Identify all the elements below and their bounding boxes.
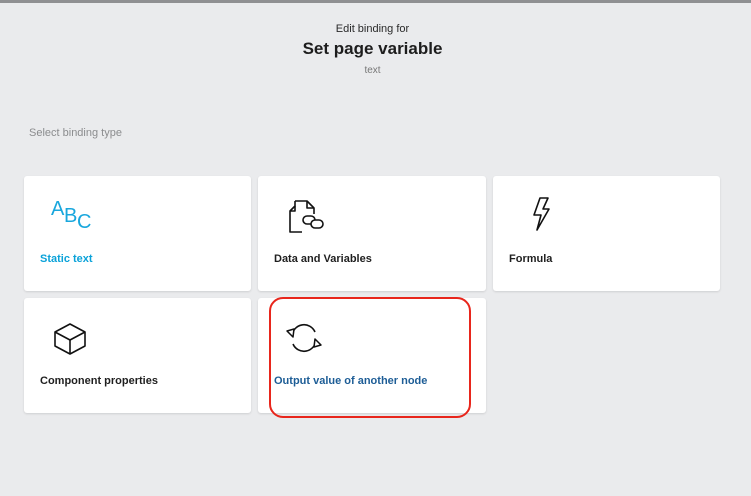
modal-header: Edit binding for Set page variable text (0, 22, 745, 76)
binding-type-component-properties[interactable]: Component properties (24, 298, 251, 413)
card-label: Static text (40, 253, 93, 265)
card-label: Data and Variables (274, 253, 372, 265)
binding-data-type: text (364, 65, 381, 76)
page-title: Set page variable (302, 39, 443, 58)
card-label: Output value of another node (274, 375, 428, 387)
binding-type-output-value-of-another-node[interactable]: Output value of another node (258, 298, 486, 413)
card-label: Component properties (40, 375, 158, 387)
cube-icon (54, 323, 86, 355)
lightning-icon (533, 197, 550, 231)
document-link-icon (289, 200, 324, 233)
cycle-arrows-icon (286, 323, 322, 353)
top-border (0, 0, 751, 3)
card-label: Formula (509, 253, 553, 265)
header-subtitle: Edit binding for (335, 23, 410, 35)
section-label: Select binding type (29, 127, 122, 139)
binding-type-data-and-variables[interactable]: Data and Variables (258, 176, 486, 291)
binding-type-static-text[interactable]: A B C Static text (24, 176, 251, 291)
abc-icon: A B C (51, 198, 92, 233)
binding-type-formula[interactable]: Formula (493, 176, 720, 291)
